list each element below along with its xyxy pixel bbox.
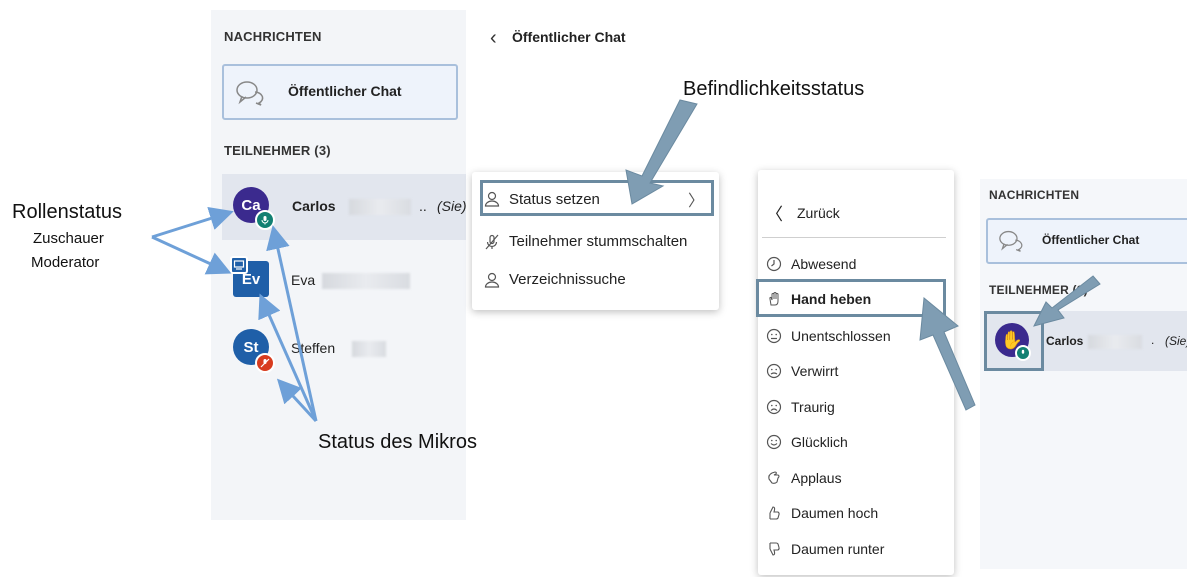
avatar-initials: Ca xyxy=(241,196,261,214)
chat-bubbles-icon xyxy=(235,79,265,112)
status-item-label: Glücklich xyxy=(791,434,848,450)
role-status-annotation: Rollenstatus xyxy=(12,201,123,223)
mic-status-annotation: Status des Mikros xyxy=(318,431,477,453)
directory-search-label: Verzeichnissuche xyxy=(509,271,626,288)
mute-all-label: Teilnehmer stummschalten xyxy=(509,233,688,250)
messages-section-title: NACHRICHTEN xyxy=(224,29,322,44)
user-name: Carlos xyxy=(292,198,336,214)
set-status-label: Status setzen xyxy=(509,190,600,208)
status-item-label: Abwesend xyxy=(791,256,857,272)
user-icon xyxy=(484,191,500,207)
public-chat-label: Öffentlicher Chat xyxy=(1042,233,1140,247)
back-label: Zurück xyxy=(797,204,840,221)
chat-title: Öffentlicher Chat xyxy=(512,29,626,45)
user-row-carlos[interactable]: Ca Carlos .. (Sie) xyxy=(222,174,467,240)
status-item-label: Unentschlossen xyxy=(791,328,891,344)
user-row-steffen[interactable]: St Steffen xyxy=(222,310,466,376)
microphone-on-icon xyxy=(255,210,275,230)
public-chat-button[interactable]: Öffentlicher Chat xyxy=(986,218,1187,264)
user-name: Carlos xyxy=(1046,334,1084,348)
chevron-right-icon: 〉 xyxy=(687,193,704,210)
status-item[interactable]: Verwirrt xyxy=(766,363,838,379)
status-item[interactable]: Glücklich xyxy=(766,434,848,450)
participants-section-title: TEILNEHMER (3) xyxy=(989,283,1088,297)
chat-bubbles-icon xyxy=(998,229,1024,258)
blurred-surname xyxy=(1088,335,1142,349)
user-name: Eva xyxy=(291,272,316,288)
blurred-surname xyxy=(322,273,410,289)
chevron-left-icon: 〈 xyxy=(766,205,783,224)
participants-section-title: TEILNEHMER (3) xyxy=(224,143,331,158)
presenter-icon xyxy=(230,256,248,274)
you-label: (Sie) xyxy=(437,198,467,214)
status-item[interactable]: Unentschlossen xyxy=(766,328,891,344)
happy-face-icon xyxy=(766,434,782,450)
status-item[interactable]: Applaus xyxy=(766,470,842,486)
user-name-ellipsis: . xyxy=(1151,333,1155,347)
avatar-initials: St xyxy=(243,338,259,356)
microphone-muted-icon xyxy=(255,353,275,373)
divider xyxy=(762,237,946,238)
status-item[interactable]: Daumen hoch xyxy=(766,505,878,521)
public-chat-button[interactable]: Öffentlicher Chat xyxy=(222,64,458,120)
user-name: Steffen xyxy=(291,340,336,356)
thumbs-up-icon xyxy=(769,506,780,520)
user-icon xyxy=(484,272,500,288)
status-item-label: Traurig xyxy=(791,399,835,415)
menu-item-set-status[interactable]: Status setzen 〉 xyxy=(484,187,704,211)
messages-section-title: NACHRICHTEN xyxy=(989,188,1080,202)
thumbs-down-icon xyxy=(769,542,780,556)
user-context-menu: Status setzen 〉 Teilnehmer stummschalten… xyxy=(472,172,719,310)
moderator-annotation: Moderator xyxy=(31,254,100,271)
status-item[interactable]: Traurig xyxy=(766,399,835,415)
status-item-label: Applaus xyxy=(791,470,842,486)
chevron-left-icon: ‹ xyxy=(490,27,497,49)
status-item[interactable]: Daumen runter xyxy=(766,541,884,557)
viewer-annotation: Zuschauer xyxy=(33,230,104,247)
menu-item-directory-search[interactable]: Verzeichnissuche xyxy=(484,271,626,288)
back-button[interactable]: 〈 Zurück xyxy=(766,200,840,225)
status-item-label: Daumen runter xyxy=(791,541,885,557)
status-item[interactable]: Abwesend xyxy=(766,256,856,272)
clock-icon xyxy=(766,256,782,272)
blurred-surname xyxy=(349,199,411,215)
menu-item-mute-all[interactable]: Teilnehmer stummschalten xyxy=(484,233,687,250)
clapping-hands-icon xyxy=(768,471,780,484)
microphone-on-icon xyxy=(1015,345,1031,361)
microphone-off-icon xyxy=(485,234,499,249)
chat-back-button[interactable]: ‹ xyxy=(490,27,497,50)
user-row-eva[interactable]: Ev Eva xyxy=(222,242,466,306)
hand-raise-highlight xyxy=(756,279,946,317)
you-label: (Sie) xyxy=(1165,334,1187,348)
neutral-face-icon xyxy=(766,328,782,344)
blurred-surname xyxy=(352,341,386,357)
confused-face-icon xyxy=(766,363,782,379)
sad-face-icon xyxy=(766,399,782,415)
presence-status-annotation: Befindlichkeitsstatus xyxy=(683,78,865,100)
status-item-label: Verwirrt xyxy=(791,363,839,379)
status-item-label: Daumen hoch xyxy=(791,505,879,521)
user-name-ellipsis: .. xyxy=(419,198,427,214)
mini-participants-panel: NACHRICHTEN Öffentlicher Chat TEILNEHMER… xyxy=(980,179,1187,569)
user-row-carlos[interactable]: ✋ Carlos . (Sie) xyxy=(984,311,1187,371)
public-chat-label: Öffentlicher Chat xyxy=(288,83,402,99)
